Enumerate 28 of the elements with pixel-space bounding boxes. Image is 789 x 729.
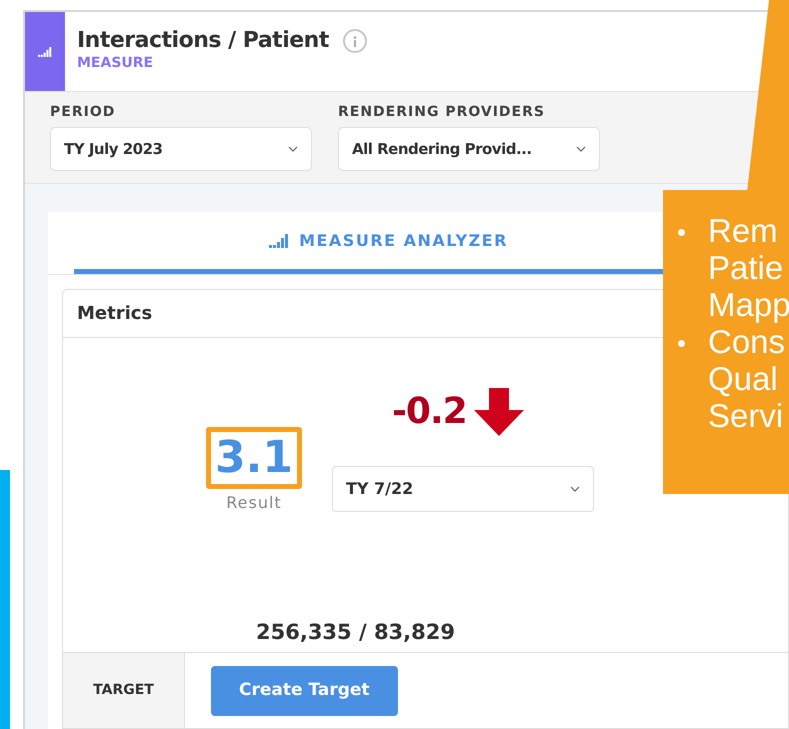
- change-value: -0.2: [392, 390, 467, 434]
- chevron-down-icon: [576, 146, 586, 152]
- chevron-down-icon: [288, 146, 298, 152]
- filter-dropdown[interactable]: All Rendering Provid...: [338, 127, 600, 171]
- filter-label: PERIOD: [50, 103, 116, 122]
- chevron-down-icon: [570, 486, 580, 492]
- bullet-icon: [678, 340, 685, 347]
- bullet-icon: [678, 229, 685, 236]
- page-title: Interactions / Patient: [77, 28, 329, 54]
- callout-text: Qual: [708, 360, 779, 397]
- callout-text: Rem: [708, 212, 779, 249]
- signal-bars-icon: [269, 234, 290, 248]
- card-title: Metrics: [77, 302, 152, 326]
- filter-label: RENDERING PROVIDERS: [338, 103, 546, 122]
- down-arrow-icon: [472, 388, 525, 436]
- page-subtitle: MEASURE: [77, 54, 154, 72]
- target-label: TARGET: [63, 653, 185, 728]
- info-icon[interactable]: [342, 29, 367, 53]
- callout-text: Patie: [708, 249, 784, 286]
- compare-dropdown[interactable]: TY 7/22: [332, 466, 594, 512]
- result-value: 3.1: [215, 432, 293, 483]
- callout-text: Cons: [708, 323, 786, 360]
- signal-bars-icon: [38, 46, 52, 56]
- result-label: Result: [226, 492, 282, 514]
- filter-dropdown[interactable]: TY July 2023: [50, 127, 312, 171]
- ratio-value: 256,335 / 83,829: [256, 618, 455, 646]
- callout-text: Mapp: [708, 286, 789, 323]
- callout-text: Servi: [708, 397, 784, 434]
